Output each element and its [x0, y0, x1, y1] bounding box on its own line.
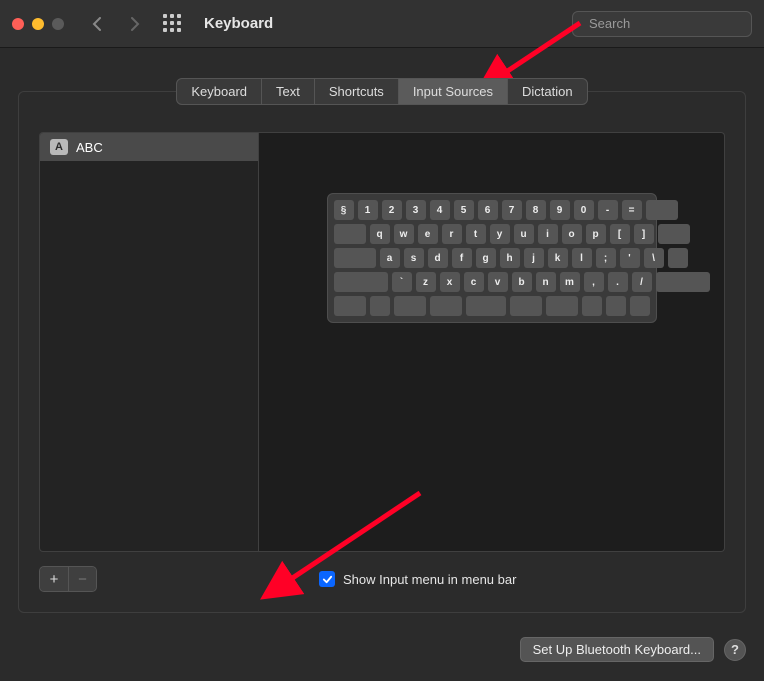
checkmark-icon — [322, 574, 333, 585]
key: k — [548, 248, 568, 268]
key: 5 — [454, 200, 474, 220]
key: y — [490, 224, 510, 244]
key: g — [476, 248, 496, 268]
show-all-button[interactable] — [160, 11, 186, 37]
titlebar: Keyboard — [0, 0, 764, 48]
key: s — [404, 248, 424, 268]
key: [ — [610, 224, 630, 244]
key: = — [622, 200, 642, 220]
preferences-panel: A ABC §1234567890-= qwertyuiop[] asdfghjkl;… — [18, 91, 746, 613]
key: 2 — [382, 200, 402, 220]
key: 8 — [526, 200, 546, 220]
remove-source-button[interactable]: − — [68, 567, 96, 591]
keyboard-preview-pane: §1234567890-= qwertyuiop[] asdfghjkl;'\ `zx… — [259, 132, 725, 552]
key: w — [394, 224, 414, 244]
key: l — [572, 248, 592, 268]
key: ; — [596, 248, 616, 268]
key: 9 — [550, 200, 570, 220]
tab-text[interactable]: Text — [262, 79, 315, 104]
key: i — [538, 224, 558, 244]
key: . — [608, 272, 628, 292]
window-controls — [12, 18, 64, 30]
input-source-label: ABC — [76, 140, 103, 155]
key: 7 — [502, 200, 522, 220]
key: 3 — [406, 200, 426, 220]
tab-dictation[interactable]: Dictation — [508, 79, 587, 104]
checkbox-box[interactable] — [319, 571, 335, 587]
key: z — [416, 272, 436, 292]
close-window-button[interactable] — [12, 18, 24, 30]
forward-button[interactable] — [122, 11, 148, 37]
key: u — [514, 224, 534, 244]
add-remove-control: + − — [39, 566, 97, 592]
keyboard-preview: §1234567890-=qwertyuiop[]asdfghjkl;'\`zx… — [327, 193, 657, 323]
show-input-menu-checkbox[interactable]: Show Input menu in menu bar — [319, 571, 516, 587]
key: r — [442, 224, 462, 244]
key: n — [536, 272, 556, 292]
search-input[interactable] — [587, 15, 764, 32]
key: d — [428, 248, 448, 268]
help-button[interactable]: ? — [724, 639, 746, 661]
back-button[interactable] — [84, 11, 110, 37]
setup-bluetooth-button[interactable]: Set Up Bluetooth Keyboard... — [520, 637, 714, 662]
key: v — [488, 272, 508, 292]
key: t — [466, 224, 486, 244]
footer-bar: Set Up Bluetooth Keyboard... ? — [0, 623, 764, 668]
key: ] — [634, 224, 654, 244]
key: 4 — [430, 200, 450, 220]
input-source-list[interactable]: A ABC — [39, 132, 259, 552]
zoom-window-button[interactable] — [52, 18, 64, 30]
key: ` — [392, 272, 412, 292]
checkbox-label: Show Input menu in menu bar — [343, 572, 516, 587]
key: j — [524, 248, 544, 268]
add-source-button[interactable]: + — [40, 567, 68, 591]
key: h — [500, 248, 520, 268]
key: 1 — [358, 200, 378, 220]
key: o — [562, 224, 582, 244]
search-field[interactable] — [572, 11, 752, 37]
window-title: Keyboard — [204, 15, 273, 32]
key: c — [464, 272, 484, 292]
key: p — [586, 224, 606, 244]
key: m — [560, 272, 580, 292]
key: b — [512, 272, 532, 292]
key: e — [418, 224, 438, 244]
tab-input-sources[interactable]: Input Sources — [399, 79, 508, 104]
key: 0 — [574, 200, 594, 220]
key: § — [334, 200, 354, 220]
minimize-window-button[interactable] — [32, 18, 44, 30]
key: q — [370, 224, 390, 244]
key: a — [380, 248, 400, 268]
input-source-glyph: A — [50, 139, 68, 155]
key: / — [632, 272, 652, 292]
key: ' — [620, 248, 640, 268]
tab-shortcuts[interactable]: Shortcuts — [315, 79, 399, 104]
input-source-item[interactable]: A ABC — [40, 133, 258, 161]
key: - — [598, 200, 618, 220]
key: f — [452, 248, 472, 268]
tab-keyboard[interactable]: Keyboard — [177, 79, 262, 104]
key: x — [440, 272, 460, 292]
key: \ — [644, 248, 664, 268]
tab-bar: KeyboardTextShortcutsInput SourcesDictat… — [18, 78, 746, 105]
key: , — [584, 272, 604, 292]
key: 6 — [478, 200, 498, 220]
